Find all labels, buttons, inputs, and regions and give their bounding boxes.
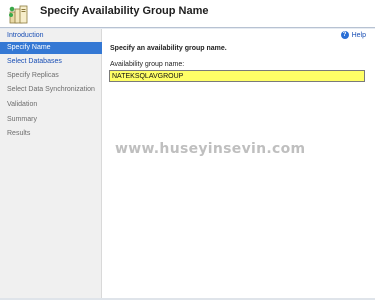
nav-item-select-data-synchronization: Select Data Synchronization [7, 86, 95, 93]
wizard-nav: Introduction Specify Name Select Databas… [0, 29, 102, 300]
nav-item-introduction[interactable]: Introduction [0, 30, 102, 42]
watermark: www.huseyinsevin.com [115, 141, 306, 157]
nav-item-specify-replicas: Specify Replicas [7, 72, 59, 79]
server-cluster-icon [9, 5, 28, 24]
availability-group-name-label: Availability group name: [110, 61, 185, 68]
help-link[interactable]: ? Help [340, 30, 366, 42]
availability-group-name-input[interactable] [109, 70, 365, 82]
wizard-header: Specify Availability Group Name [0, 0, 375, 27]
wizard-window: Specify Availability Group Name Introduc… [0, 0, 375, 300]
help-icon: ? [340, 31, 349, 40]
nav-item-select-databases[interactable]: Select Databases [0, 56, 102, 68]
page-title: Specify Availability Group Name [40, 5, 209, 17]
wizard-content: ? Help Specify an availability group name… [103, 29, 375, 300]
nav-item-specify-name[interactable]: Specify Name [0, 42, 102, 54]
help-label: Help [351, 32, 366, 39]
nav-item-validation: Validation [7, 101, 38, 108]
section-title: Specify an availability group name. [110, 45, 227, 52]
nav-item-results: Results [7, 130, 31, 137]
nav-item-summary: Summary [7, 116, 37, 123]
